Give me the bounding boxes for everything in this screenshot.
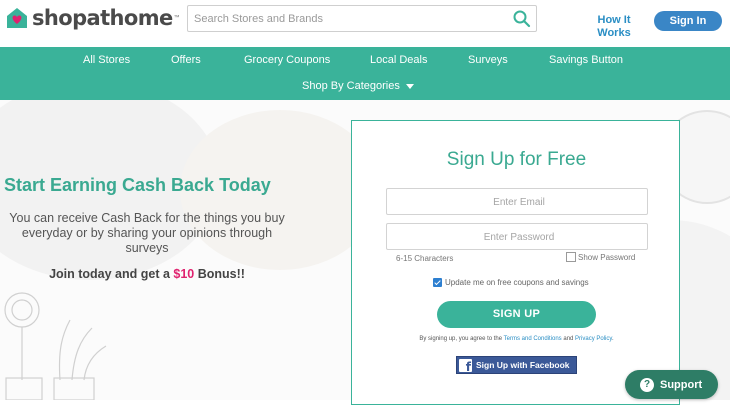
nav-local-deals[interactable]: Local Deals bbox=[370, 54, 427, 66]
email-field-wrapper bbox=[386, 188, 651, 216]
facebook-icon: f bbox=[459, 358, 472, 373]
terms-link[interactable]: Terms and Conditions bbox=[504, 336, 562, 342]
house-heart-logo-icon bbox=[7, 8, 27, 28]
signup-form-card: Sign Up for Free 6-15 Characters Show Pa… bbox=[351, 120, 680, 405]
nav-surveys[interactable]: Surveys bbox=[468, 54, 508, 66]
bonus-suffix: Bonus!! bbox=[194, 267, 245, 281]
help-question-icon: ? bbox=[640, 377, 654, 392]
sign-up-button[interactable]: SIGN UP bbox=[437, 301, 596, 328]
nav-savings-button[interactable]: Savings Button bbox=[549, 54, 623, 66]
legal-prefix: By signing up, you agree to the bbox=[419, 336, 504, 342]
legal-notice: By signing up, you agree to the Terms an… bbox=[352, 336, 681, 342]
privacy-policy-link[interactable]: Privacy Policy bbox=[575, 336, 612, 342]
logo-wordmark: shopathome bbox=[32, 6, 173, 30]
password-field-wrapper bbox=[386, 223, 651, 251]
shop-by-categories-label: Shop By Categories bbox=[302, 80, 400, 92]
how-it-works-link[interactable]: How It Works bbox=[590, 14, 638, 40]
sign-in-button[interactable]: Sign In bbox=[654, 11, 722, 31]
update-me-label: Update me on free coupons and savings bbox=[445, 278, 589, 287]
facebook-button-label: Sign Up with Facebook bbox=[476, 360, 570, 370]
email-field[interactable] bbox=[387, 189, 651, 216]
hero-bonus-line: Join today and get a $10 Bonus!! bbox=[8, 267, 286, 281]
password-hint: 6-15 Characters bbox=[396, 254, 454, 263]
show-password-checkbox[interactable] bbox=[566, 252, 576, 262]
search-bar bbox=[187, 5, 537, 32]
trademark-symbol: ™ bbox=[173, 15, 180, 21]
signup-title: Sign Up for Free bbox=[446, 149, 587, 170]
search-button[interactable] bbox=[512, 9, 532, 29]
support-button[interactable]: ? Support bbox=[625, 370, 718, 399]
legal-and: and bbox=[561, 336, 576, 342]
background-plant-illustration bbox=[4, 292, 107, 400]
search-icon bbox=[513, 10, 531, 28]
password-field[interactable] bbox=[387, 224, 651, 251]
show-password-toggle[interactable]: Show Password bbox=[566, 252, 635, 262]
nav-grocery-coupons[interactable]: Grocery Coupons bbox=[244, 54, 330, 66]
show-password-label: Show Password bbox=[578, 252, 636, 262]
search-input[interactable] bbox=[188, 6, 498, 31]
shopathome-logo[interactable]: shopathome ™ bbox=[6, 6, 180, 30]
bonus-amount: $10 bbox=[173, 267, 195, 281]
nav-all-stores[interactable]: All Stores bbox=[83, 54, 130, 66]
hero-subtext: You can receive Cash Back for the things… bbox=[9, 211, 285, 255]
legal-suffix: . bbox=[611, 336, 614, 342]
site-header: shopathome ™ How It Works Sign In bbox=[0, 0, 730, 47]
bonus-prefix: Join today and get a bbox=[49, 267, 174, 281]
nav-offers[interactable]: Offers bbox=[171, 54, 201, 66]
main-nav: All Stores Offers Grocery Coupons Local … bbox=[0, 47, 730, 100]
update-me-checkbox[interactable] bbox=[433, 278, 442, 287]
facebook-signup-button[interactable]: f Sign Up with Facebook bbox=[456, 356, 577, 374]
nav-shop-by-categories[interactable]: Shop By Categories bbox=[302, 80, 414, 92]
caret-down-icon bbox=[405, 83, 414, 89]
update-me-option: Update me on free coupons and savings bbox=[433, 278, 589, 287]
hero-headline: Start Earning Cash Back Today bbox=[4, 175, 271, 195]
support-label: Support bbox=[660, 378, 703, 391]
